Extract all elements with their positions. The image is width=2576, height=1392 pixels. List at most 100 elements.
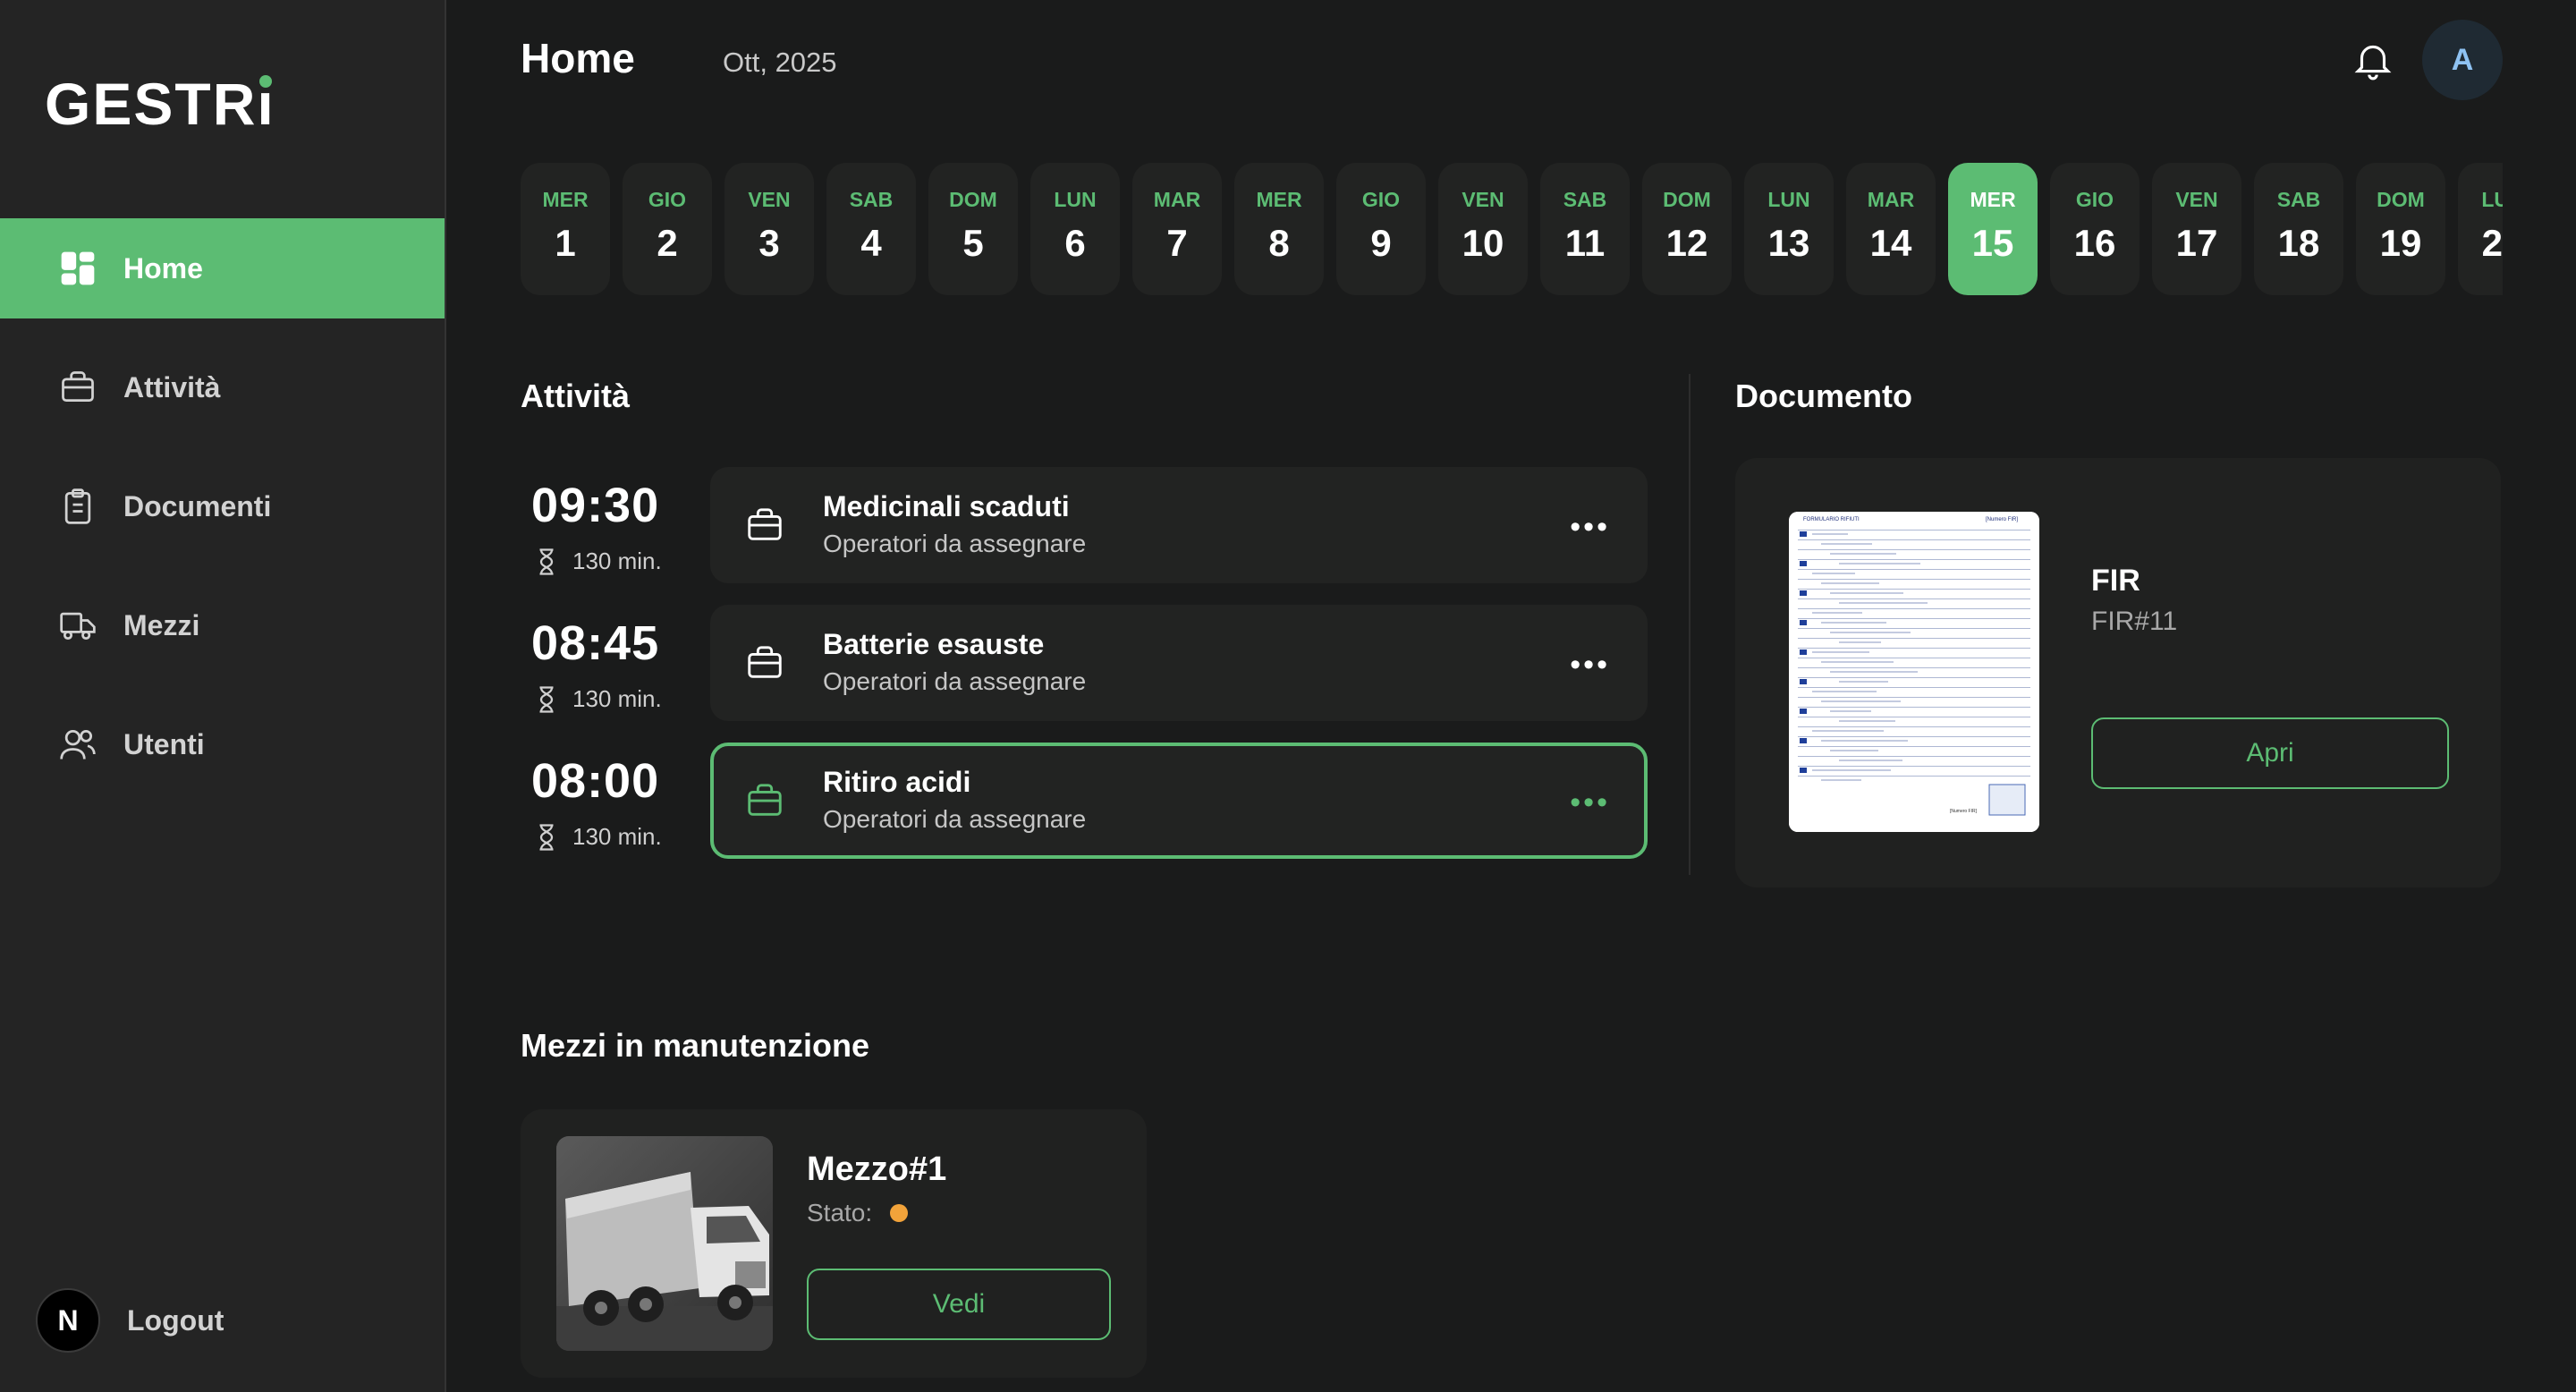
document-name: FIR — [2091, 564, 2140, 598]
calendar-day[interactable]: SAB 4 — [826, 163, 916, 295]
avatar: N — [36, 1288, 100, 1353]
document-thumbnail[interactable]: FORMULARIO RIFIUTI [Numero FIR] [Numero … — [1789, 512, 2039, 832]
users-icon — [57, 724, 98, 765]
sidebar-item-label: Attività — [123, 370, 221, 403]
activity-card[interactable]: Medicinali scaduti Operatori da assegnar… — [710, 467, 1648, 583]
calendar-day[interactable]: GIO 9 — [1336, 163, 1426, 295]
document-title: Documento — [1735, 378, 1912, 414]
calendar-day-name: GIO — [1361, 188, 1401, 211]
calendar-day-number: 15 — [1971, 222, 2014, 264]
calendar-day-number: 3 — [758, 222, 780, 264]
calendar-day-number: 9 — [1370, 222, 1392, 264]
svg-text:[Numero FIR]: [Numero FIR] — [1986, 517, 2018, 522]
calendar-day[interactable]: DOM 19 — [2356, 163, 2445, 295]
calendar-day-number: 8 — [1268, 222, 1290, 264]
sidebar-item-mezzi[interactable]: Mezzi — [0, 575, 445, 675]
briefcase-icon — [748, 784, 782, 816]
calendar-day[interactable]: VEN 3 — [724, 163, 814, 295]
vehicle-status: Stato: — [807, 1199, 909, 1227]
briefcase-icon — [57, 367, 98, 408]
calendar-day[interactable]: GIO 16 — [2050, 163, 2140, 295]
view-vehicle-button[interactable]: Vedi — [807, 1269, 1111, 1340]
truck-icon — [57, 605, 98, 646]
calendar-day[interactable]: LUN 6 — [1030, 163, 1120, 295]
calendar-day[interactable]: DOM 5 — [928, 163, 1018, 295]
calendar-day-name: LUN — [1054, 188, 1097, 211]
activities-title: Attività — [521, 378, 631, 414]
calendar-day-number: 10 — [1462, 222, 1504, 264]
calendar-strip: MER 1 GIO 2 VEN 3 SAB 4 DOM 5 LUN 6 MAR 7 MER 8 GIO 9 VEN 1… — [521, 163, 2503, 297]
calendar-day[interactable]: LUN 20 — [2458, 163, 2503, 295]
more-options-icon[interactable]: ••• — [1570, 648, 1610, 683]
open-document-button[interactable]: Apri — [2091, 717, 2449, 789]
calendar-day-number: 6 — [1064, 222, 1086, 264]
logout-button[interactable]: N Logout — [36, 1288, 224, 1353]
activity-subtitle: Operatori da assegnare — [823, 805, 1087, 833]
calendar-day-name: VEN — [2175, 188, 2218, 211]
sidebar-item-attivita[interactable]: Attività — [0, 337, 445, 437]
calendar-day[interactable]: MAR 14 — [1846, 163, 1936, 295]
activity-card[interactable]: Batterie esauste Operatori da assegnare … — [710, 605, 1648, 721]
more-options-icon[interactable]: ••• — [1570, 510, 1610, 545]
activity-subtitle: Operatori da assegnare — [823, 667, 1087, 695]
calendar-day[interactable]: MAR 7 — [1132, 163, 1222, 295]
calendar-day[interactable]: LUN 13 — [1744, 163, 1834, 295]
calendar-day-name: MER — [542, 188, 589, 211]
calendar-day-number: 16 — [2073, 222, 2116, 264]
calendar-day[interactable]: MER 8 — [1234, 163, 1324, 295]
sidebar-item-documenti[interactable]: Documenti — [0, 456, 445, 556]
activity-duration: 130 min. — [535, 547, 662, 575]
calendar-day[interactable]: MER 1 — [521, 163, 610, 295]
bell-icon[interactable] — [2351, 38, 2395, 82]
calendar-day[interactable]: VEN 17 — [2152, 163, 2241, 295]
vehicle-name: Mezzo#1 — [807, 1150, 947, 1188]
calendar-day-name: MAR — [1867, 188, 1915, 211]
section-divider — [1689, 374, 1690, 875]
calendar-day[interactable]: GIO 2 — [623, 163, 712, 295]
document-card: FORMULARIO RIFIUTI [Numero FIR] [Numero … — [1735, 458, 2501, 887]
calendar-day-name: DOM — [2377, 188, 2425, 211]
activity-time: 08:45 — [531, 616, 660, 670]
calendar-day-number: 13 — [1767, 222, 1810, 264]
calendar-day-name: DOM — [949, 188, 997, 211]
activity-name: Ritiro acidi — [823, 766, 971, 798]
sidebar-item-label: Documenti — [123, 489, 272, 522]
calendar-day-number: 2 — [657, 222, 678, 264]
page-title: Home — [521, 35, 635, 81]
sidebar-item-label: Home — [123, 251, 203, 284]
calendar-day[interactable]: SAB 18 — [2254, 163, 2343, 295]
clipboard-icon — [57, 486, 98, 527]
sidebar-item-home[interactable]: Home — [0, 218, 445, 318]
svg-text:FORMULARIO RIFIUTI: FORMULARIO RIFIUTI — [1803, 517, 1860, 522]
calendar-day-number: 5 — [962, 222, 984, 264]
calendar-day[interactable]: VEN 10 — [1438, 163, 1528, 295]
briefcase-icon — [748, 508, 782, 540]
calendar-day-name: MER — [1970, 188, 2016, 211]
activity-name: Medicinali scaduti — [823, 490, 1070, 522]
calendar-day-number: 1 — [555, 222, 576, 264]
hourglass-icon — [539, 685, 554, 713]
app-logo[interactable]: GESTRı — [45, 70, 275, 138]
briefcase-icon — [748, 646, 782, 678]
user-avatar[interactable]: A — [2422, 20, 2503, 100]
calendar-day[interactable]: SAB 11 — [1540, 163, 1630, 295]
calendar-day-number: 19 — [2379, 222, 2422, 264]
more-options-icon[interactable]: ••• — [1570, 785, 1610, 820]
svg-text:[Numero FIR]: [Numero FIR] — [1950, 809, 1978, 814]
document-id: FIR#11 — [2091, 607, 2178, 636]
sidebar-item-utenti[interactable]: Utenti — [0, 694, 445, 794]
calendar-day-number: 17 — [2175, 222, 2218, 264]
calendar-day-name: DOM — [1663, 188, 1711, 211]
calendar-day-name: SAB — [1563, 188, 1607, 211]
calendar-day-name: VEN — [748, 188, 791, 211]
calendar-day-name: GIO — [2075, 188, 2114, 211]
calendar-day[interactable]: DOM 12 — [1642, 163, 1732, 295]
status-label: Stato: — [807, 1199, 873, 1226]
calendar-day-selected[interactable]: MER 15 — [1948, 163, 2038, 295]
activity-card-selected[interactable]: Ritiro acidi Operatori da assegnare ••• — [710, 743, 1648, 859]
vehicles-title: Mezzi in manutenzione — [521, 1027, 870, 1064]
calendar-day-name: LUN — [1767, 188, 1810, 211]
activity-time: 09:30 — [531, 479, 660, 532]
calendar-day-name: LUN — [2481, 188, 2503, 211]
hourglass-icon — [539, 547, 554, 575]
